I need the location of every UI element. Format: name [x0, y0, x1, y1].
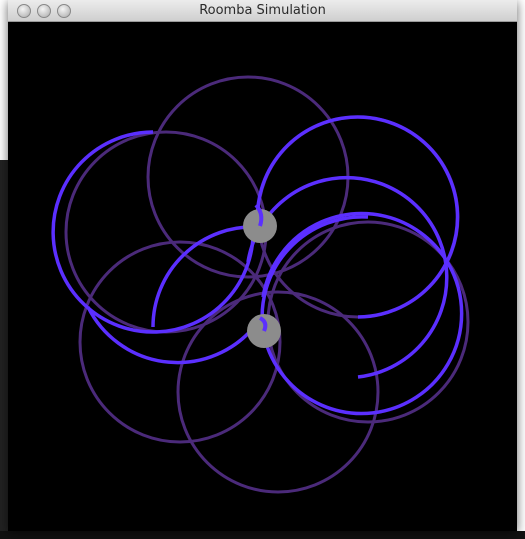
title-bar[interactable]: Roomba Simulation: [8, 0, 517, 22]
path-drawing: [51, 75, 470, 494]
background-terminal-bottom: [0, 531, 525, 539]
simulation-canvas: [8, 22, 517, 531]
window-title: Roomba Simulation: [199, 3, 326, 18]
background-window-right: [517, 0, 525, 539]
roomba-simulation-window: Roomba Simulation: [8, 0, 517, 531]
background-terminal-left: [0, 160, 8, 539]
path-arc-recent: [86, 306, 260, 365]
